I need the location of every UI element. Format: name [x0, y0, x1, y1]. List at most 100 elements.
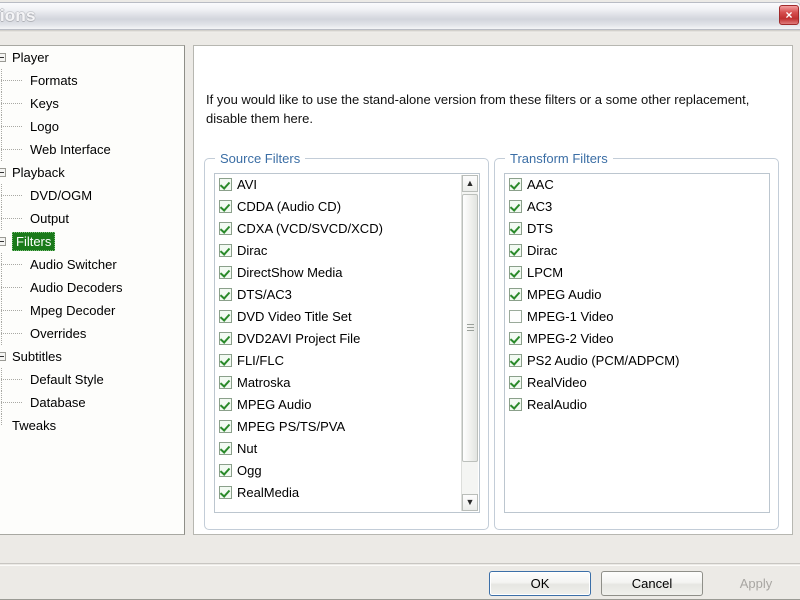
- list-item[interactable]: LPCM: [505, 262, 769, 284]
- checkbox-checked-icon[interactable]: [509, 178, 522, 191]
- sidebar-item-mpeg-decoder[interactable]: Mpeg Decoder: [0, 299, 184, 322]
- list-item[interactable]: MPEG-1 Video: [505, 306, 769, 328]
- filter-label: MPEG-2 Video: [527, 331, 614, 346]
- close-icon[interactable]: ×: [779, 5, 799, 25]
- tree-collapse-icon[interactable]: [0, 168, 6, 177]
- list-item[interactable]: FLI/FLC: [215, 350, 479, 372]
- source-filters-scrollbar[interactable]: ▲ ▼: [461, 175, 478, 511]
- sidebar-item-web-interface[interactable]: Web Interface: [0, 138, 184, 161]
- list-item[interactable]: MPEG Audio: [215, 394, 479, 416]
- filter-label: Dirac: [527, 243, 558, 258]
- tree-guide-line: [1, 264, 22, 265]
- list-item[interactable]: Dirac: [505, 240, 769, 262]
- scroll-down-button[interactable]: ▼: [462, 494, 478, 511]
- tree-guide-line: [1, 195, 22, 196]
- checkbox-checked-icon[interactable]: [219, 332, 232, 345]
- title-bar[interactable]: tions ×: [0, 2, 800, 30]
- checkbox-checked-icon[interactable]: [509, 200, 522, 213]
- list-item[interactable]: DTS/AC3: [215, 284, 479, 306]
- sidebar-item-filters[interactable]: Filters: [0, 230, 184, 253]
- list-item[interactable]: DTS: [505, 218, 769, 240]
- checkbox-checked-icon[interactable]: [509, 244, 522, 257]
- checkbox-checked-icon[interactable]: [219, 200, 232, 213]
- filter-label: DTS: [527, 221, 553, 236]
- sidebar-item-audio-decoders[interactable]: Audio Decoders: [0, 276, 184, 299]
- list-item[interactable]: RealMedia: [215, 482, 479, 504]
- sidebar-item-tweaks[interactable]: Tweaks: [0, 414, 184, 437]
- checkbox-checked-icon[interactable]: [509, 266, 522, 279]
- sidebar-item-label: Formats: [30, 73, 78, 88]
- settings-tree[interactable]: Player Formats Keys Logo Web Interface Playba…: [0, 45, 185, 535]
- checkbox-checked-icon[interactable]: [509, 332, 522, 345]
- sidebar-item-logo[interactable]: Logo: [0, 115, 184, 138]
- sidebar-item-database[interactable]: Database: [0, 391, 184, 414]
- sidebar-item-audio-switcher[interactable]: Audio Switcher: [0, 253, 184, 276]
- sidebar-item-label: Default Style: [30, 372, 104, 387]
- sidebar-item-overrides[interactable]: Overrides: [0, 322, 184, 345]
- checkbox-checked-icon[interactable]: [509, 222, 522, 235]
- tree-collapse-icon[interactable]: [0, 53, 6, 62]
- list-item[interactable]: RealAudio: [505, 394, 769, 416]
- sidebar-item-default-style[interactable]: Default Style: [0, 368, 184, 391]
- checkbox-checked-icon[interactable]: [509, 288, 522, 301]
- sidebar-item-formats[interactable]: Formats: [0, 69, 184, 92]
- checkbox-checked-icon[interactable]: [219, 376, 232, 389]
- list-item[interactable]: RealVideo: [505, 372, 769, 394]
- list-item[interactable]: Matroska: [215, 372, 479, 394]
- checkbox-checked-icon[interactable]: [509, 376, 522, 389]
- sidebar-item-player[interactable]: Player: [0, 46, 184, 69]
- tree-guide-line: [1, 379, 22, 380]
- sidebar-item-dvd-ogm[interactable]: DVD/OGM: [0, 184, 184, 207]
- checkbox-checked-icon[interactable]: [219, 288, 232, 301]
- source-filters-list[interactable]: AVI CDDA (Audio CD) CDXA (VCD/SVCD/XCD) Dir…: [214, 173, 480, 513]
- list-item[interactable]: MPEG PS/TS/PVA: [215, 416, 479, 438]
- cancel-button[interactable]: Cancel: [601, 571, 703, 596]
- list-item[interactable]: Dirac: [215, 240, 479, 262]
- checkbox-checked-icon[interactable]: [219, 354, 232, 367]
- list-item[interactable]: PS2 Audio (PCM/ADPCM): [505, 350, 769, 372]
- checkbox-checked-icon[interactable]: [219, 464, 232, 477]
- filter-label: MPEG Audio: [237, 397, 312, 412]
- scroll-up-button[interactable]: ▲: [462, 175, 478, 192]
- filter-label: FLI/FLC: [237, 353, 284, 368]
- list-item[interactable]: AAC: [505, 174, 769, 196]
- options-dialog-window: tions × Player Formats Keys Logo Web Interfa…: [0, 0, 800, 600]
- sidebar-item-keys[interactable]: Keys: [0, 92, 184, 115]
- checkbox-checked-icon[interactable]: [219, 310, 232, 323]
- sidebar-item-output[interactable]: Output: [0, 207, 184, 230]
- list-item[interactable]: AC3: [505, 196, 769, 218]
- list-item[interactable]: Ogg: [215, 460, 479, 482]
- checkbox-checked-icon[interactable]: [219, 486, 232, 499]
- ok-button[interactable]: OK: [489, 571, 591, 596]
- tree-collapse-icon[interactable]: [0, 237, 6, 246]
- list-item[interactable]: DVD2AVI Project File: [215, 328, 479, 350]
- checkbox-checked-icon[interactable]: [219, 266, 232, 279]
- sidebar-item-subtitles[interactable]: Subtitles: [0, 345, 184, 368]
- tree-guide-line: [1, 218, 22, 219]
- checkbox-unchecked-icon[interactable]: [509, 310, 522, 323]
- transform-filters-list[interactable]: AAC AC3 DTS Dirac LPCM MPEG Audio MPEG-1 Video…: [504, 173, 770, 513]
- list-item[interactable]: CDXA (VCD/SVCD/XCD): [215, 218, 479, 240]
- list-item[interactable]: CDDA (Audio CD): [215, 196, 479, 218]
- sidebar-item-playback[interactable]: Playback: [0, 161, 184, 184]
- checkbox-checked-icon[interactable]: [219, 442, 232, 455]
- filter-label: Dirac: [237, 243, 268, 258]
- list-item[interactable]: MPEG Audio: [505, 284, 769, 306]
- checkbox-checked-icon[interactable]: [219, 178, 232, 191]
- list-items: AVI CDDA (Audio CD) CDXA (VCD/SVCD/XCD) Dir…: [215, 174, 479, 504]
- list-item[interactable]: DVD Video Title Set: [215, 306, 479, 328]
- checkbox-checked-icon[interactable]: [219, 244, 232, 257]
- sidebar-item-label: Web Interface: [30, 142, 111, 157]
- list-item[interactable]: AVI: [215, 174, 479, 196]
- scrollbar-thumb[interactable]: [462, 194, 478, 462]
- checkbox-checked-icon[interactable]: [219, 222, 232, 235]
- tree-collapse-icon[interactable]: [0, 352, 6, 361]
- checkbox-checked-icon[interactable]: [509, 354, 522, 367]
- list-item[interactable]: Nut: [215, 438, 479, 460]
- checkbox-checked-icon[interactable]: [219, 398, 232, 411]
- checkbox-checked-icon[interactable]: [219, 420, 232, 433]
- filter-label: DTS/AC3: [237, 287, 292, 302]
- list-item[interactable]: MPEG-2 Video: [505, 328, 769, 350]
- list-item[interactable]: DirectShow Media: [215, 262, 479, 284]
- checkbox-checked-icon[interactable]: [509, 398, 522, 411]
